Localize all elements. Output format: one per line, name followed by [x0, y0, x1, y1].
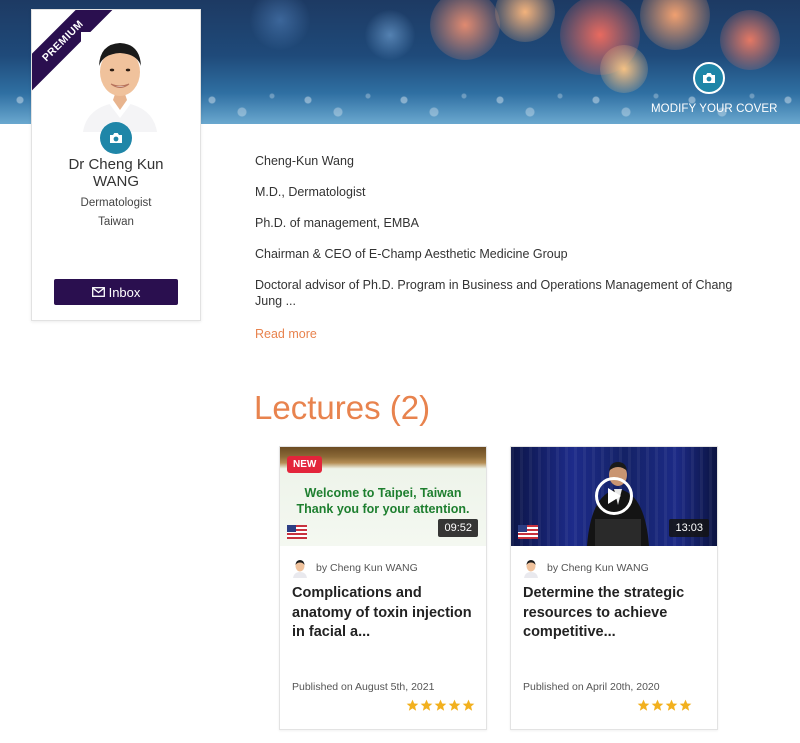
star-rating [406, 699, 475, 712]
bio-line: Chairman & CEO of E-Champ Aesthetic Medi… [255, 247, 568, 261]
new-badge: NEW [287, 456, 323, 473]
video-duration: 13:03 [669, 519, 709, 537]
bio-section: Cheng-Kun Wang M.D., Dermatologist Ph.D.… [255, 153, 735, 324]
star-icon [420, 699, 433, 711]
bokeh-light [720, 10, 780, 70]
thumbnail-text: Welcome to Taipei, Taiwan Thank you for … [296, 486, 470, 516]
star-icon [651, 699, 664, 711]
inbox-label: Inbox [108, 284, 141, 300]
lecture-card[interactable]: NEW Welcome to Taipei, Taiwan Thank you … [279, 446, 487, 730]
profile-card: PREMIUM Dr Cheng Kun WANG Dermatologist … [31, 9, 201, 321]
bio-line: M.D., Dermatologist [255, 185, 366, 199]
published-date: Published on August 5th, 2021 [292, 681, 435, 693]
published-date: Published on April 20th, 2020 [523, 681, 660, 693]
star-icon [637, 699, 650, 711]
bokeh-light [640, 0, 710, 50]
bokeh-light [250, 0, 310, 50]
specialty: Dermatologist [80, 197, 152, 209]
bio-line: Cheng-Kun Wang [255, 154, 354, 168]
star-icon [406, 699, 419, 711]
bokeh-light [365, 10, 415, 60]
us-flag-icon [287, 525, 307, 539]
modify-cover-button[interactable] [693, 62, 725, 94]
bio-line: Doctoral advisor of Ph.D. Program in Bus… [255, 278, 733, 308]
lecture-thumbnail[interactable]: 13:03 [511, 447, 717, 546]
inbox-button[interactable]: Inbox [54, 279, 178, 305]
star-icon [448, 699, 461, 711]
star-icon [462, 699, 475, 711]
change-avatar-button[interactable] [100, 122, 132, 154]
star-icon [434, 699, 447, 711]
lecture-thumbnail[interactable]: NEW Welcome to Taipei, Taiwan Thank you … [280, 447, 486, 546]
star-icon [665, 699, 678, 711]
star-icon [679, 699, 692, 711]
modify-cover-label[interactable]: MODIFY YOUR COVER [651, 103, 777, 115]
camera-icon [110, 133, 122, 143]
bio-line: Ph.D. of management, EMBA [255, 216, 419, 230]
us-flag-icon [518, 525, 538, 539]
bokeh-light [495, 0, 555, 42]
lectures-heading: Lectures (2) [254, 389, 431, 426]
author-name[interactable]: by Cheng Kun WANG [316, 562, 418, 574]
avatar [81, 32, 159, 132]
bokeh-light [430, 0, 500, 60]
doctor-name: Dr Cheng Kun WANG [68, 156, 164, 190]
author-avatar [292, 558, 308, 578]
play-icon[interactable] [595, 477, 633, 515]
author-row: by Cheng Kun WANG [523, 558, 649, 578]
lecture-title[interactable]: Complications and anatomy of toxin injec… [292, 584, 480, 643]
author-avatar [523, 558, 539, 578]
read-more-link[interactable]: Read more [255, 327, 317, 341]
lecture-card[interactable]: 13:03 by Cheng Kun WANG Determine the st… [510, 446, 718, 730]
envelope-icon [91, 287, 105, 297]
lecture-title[interactable]: Determine the strategic resources to ach… [523, 584, 711, 643]
video-duration: 09:52 [438, 519, 478, 537]
camera-icon [703, 73, 715, 83]
author-name[interactable]: by Cheng Kun WANG [547, 562, 649, 574]
country: Taiwan [98, 216, 134, 228]
star-rating [637, 699, 692, 712]
author-row: by Cheng Kun WANG [292, 558, 418, 578]
